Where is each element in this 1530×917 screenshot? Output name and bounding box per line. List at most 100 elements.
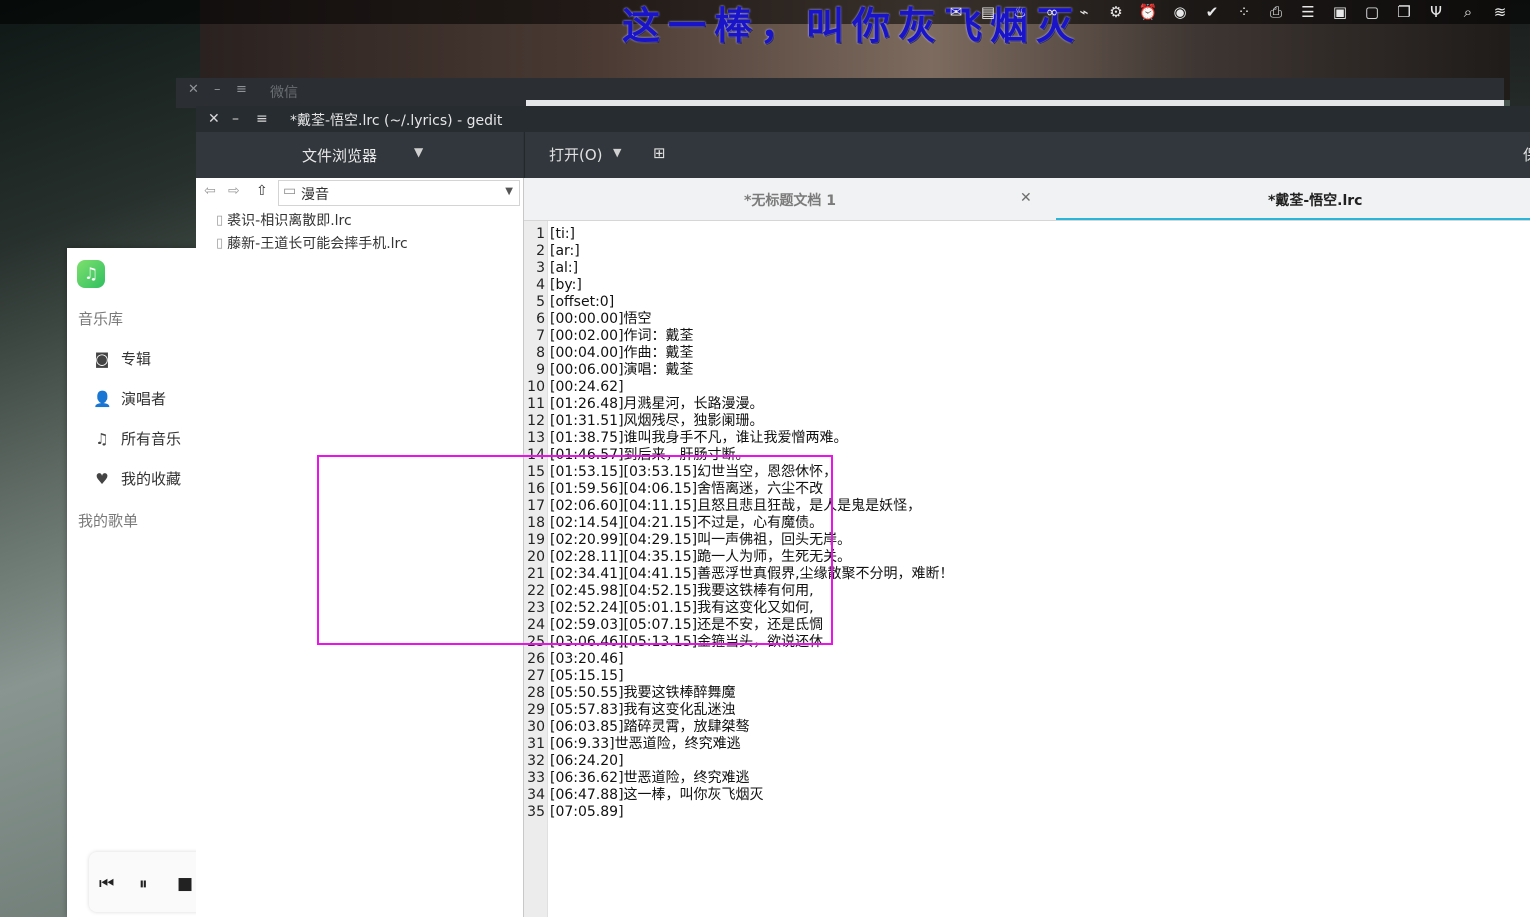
code-line[interactable]: [06:47.88]这一棒，叫你灰飞烟灭 (550, 787, 764, 804)
usb-icon[interactable]: ⌁ (1068, 0, 1100, 24)
music-library-label: 音乐库 (78, 310, 124, 328)
code-line[interactable]: [00:04.00]作曲：戴荃 (550, 345, 694, 362)
line-number: 32 (527, 753, 545, 769)
code-line[interactable]: [00:06.00]演唱：戴荃 (550, 362, 694, 379)
code-line[interactable]: [06:24.20] (550, 753, 624, 770)
code-line[interactable]: [00:24.62] (550, 379, 624, 396)
tab-untitled[interactable]: *无标题文档 1 ✕ (524, 178, 1052, 220)
code-line[interactable]: [03:20.46] (550, 651, 624, 668)
window-title: *戴荃-悟空.lrc (~/.lyrics) - gedit (290, 113, 503, 129)
code-line[interactable]: [06:9.33]世恶道险，终究难逃 (550, 736, 741, 753)
usb-plug-icon[interactable]: Ψ (1420, 0, 1452, 24)
close-icon[interactable]: ✕ (1020, 190, 1032, 206)
music-item-albums[interactable]: ◙ 专辑 (93, 348, 151, 369)
code-line[interactable]: [01:26.48]月溅星河，长路漫漫。 (550, 396, 764, 413)
eye-icon[interactable]: ◉ (1164, 0, 1196, 24)
side-panel-title[interactable]: 文件浏览器 (302, 145, 377, 166)
file-name: 裘识-相识离散即.lrc (227, 213, 352, 229)
up-arrow-icon[interactable]: ⇧ (256, 183, 268, 199)
clipboard-icon[interactable]: ▢ (1356, 0, 1388, 24)
music-item-artists[interactable]: 👤 演唱者 (93, 388, 166, 409)
code-line[interactable]: [ar:] (550, 243, 580, 260)
new-tab-icon[interactable]: ⊞ (653, 144, 666, 162)
back-arrow-icon[interactable]: ⇦ (204, 183, 216, 199)
save-button[interactable]: 保 (1523, 144, 1530, 165)
code-line[interactable]: [05:50.55]我要这铁棒醉舞魔 (550, 685, 736, 702)
code-line[interactable]: [06:36.62]世恶道险，终究难逃 (550, 770, 750, 787)
flame-icon[interactable]: ♨ (1004, 0, 1036, 24)
file-browser-navbar: ⇦ ⇨ ⇧ ▭ 漫音 ▼ (200, 180, 520, 206)
code-line[interactable]: [07:05.89] (550, 804, 624, 821)
code-line[interactable]: [01:31.51]风烟残尽，独影阑珊。 (550, 413, 764, 430)
terminal-icon[interactable]: ▣ (1324, 0, 1356, 24)
tab-bar: *无标题文档 1 ✕ *戴荃-悟空.lrc (524, 178, 1530, 221)
chevron-down-icon: ▼ (505, 186, 513, 197)
wechat-title: 微信 (270, 85, 298, 101)
alarm-icon[interactable]: ⏰ (1132, 0, 1164, 24)
line-number: 35 (527, 804, 545, 820)
chevron-down-icon[interactable]: ▼ (414, 145, 423, 159)
gear-icon[interactable]: ⚙ (1100, 0, 1132, 24)
music-item-favorites[interactable]: ♥ 我的收藏 (93, 468, 181, 489)
music-app-logo-icon: ♫ (77, 260, 105, 288)
code-line[interactable]: [00:02.00]作词：戴荃 (550, 328, 694, 345)
music-item-label: 专辑 (121, 350, 152, 368)
line-number: 11 (527, 396, 545, 412)
path-selector[interactable]: ▭ 漫音 ▼ (278, 180, 520, 206)
archive-icon[interactable]: ▤ (972, 0, 1004, 24)
printer-icon[interactable]: ⎙ (1260, 0, 1292, 24)
line-number: 8 (536, 345, 545, 361)
wechat-window: ✕ – ≡ 微信 (176, 78, 1504, 108)
menu-icon[interactable]: ≡ (256, 111, 268, 127)
code-line[interactable]: [00:00.00]悟空 (550, 311, 652, 328)
minimize-icon[interactable]: – (214, 82, 221, 97)
code-line[interactable]: [05:15.15] (550, 668, 624, 685)
code-line[interactable]: [offset:0] (550, 294, 614, 311)
minimize-icon[interactable]: – (232, 111, 239, 127)
person-icon: 👤 (93, 389, 112, 408)
tab-lrc-file[interactable]: *戴荃-悟空.lrc (1056, 178, 1530, 220)
check-icon[interactable]: ✔ (1196, 0, 1228, 24)
line-number: 34 (527, 787, 545, 803)
tab-label: *戴荃-悟空.lrc (1268, 193, 1363, 209)
gedit-titlebar: ✕ – ≡ *戴荃-悟空.lrc (~/.lyrics) - gedit (196, 106, 1530, 132)
wifi-icon[interactable]: ≋ (1484, 0, 1516, 24)
search-icon[interactable]: ⌕ (1452, 0, 1484, 24)
infinity-icon[interactable]: ∞ (1036, 0, 1068, 24)
window-icon[interactable]: ❐ (1388, 0, 1420, 24)
code-line[interactable]: [al:] (550, 260, 578, 277)
line-number: 26 (527, 651, 545, 667)
code-line[interactable]: [01:38.75]谁叫我身手不凡，谁让我爱憎两难。 (550, 430, 848, 447)
mail-icon[interactable]: ✉ (940, 0, 972, 24)
line-number: 2 (536, 243, 545, 259)
menu-icon[interactable]: ≡ (236, 82, 247, 97)
album-icon: ◙ (94, 349, 110, 368)
code-line[interactable]: [05:57.83]我有这变化乱迷浊 (550, 702, 736, 719)
music-playlist-label[interactable]: 我的歌单 (78, 510, 138, 531)
menu-icon[interactable]: ☰ (1292, 0, 1324, 24)
line-number: 1 (536, 226, 545, 242)
chevron-down-icon[interactable]: ▼ (613, 146, 621, 159)
code-line[interactable]: [by:] (550, 277, 582, 294)
side-panel-header: 文件浏览器 ▼ (196, 132, 523, 178)
forward-arrow-icon[interactable]: ⇨ (228, 183, 240, 199)
music-item-label: 所有音乐 (121, 430, 182, 448)
tab-label: *无标题文档 1 (744, 193, 836, 209)
open-button[interactable]: 打开(O) (549, 144, 603, 165)
system-tray: ✉ ▤ ♨ ∞ ⌁ ⚙ ⏰ ◉ ✔ ⁘ ⎙ ☰ ▣ ▢ ❐ Ψ ⌕ ≋ ᛒ (940, 0, 1530, 24)
file-item[interactable]: ▯ 裘识-相识离散即.lrc (216, 210, 352, 230)
close-icon[interactable]: ✕ (188, 82, 199, 97)
previous-icon[interactable]: ⏮ (99, 874, 114, 894)
music-item-all-music[interactable]: ♫ 所有音乐 (93, 428, 181, 449)
close-icon[interactable]: ✕ (208, 111, 220, 127)
line-number: 30 (527, 719, 545, 735)
code-line[interactable]: [06:03.85]踏碎灵霄，放肆桀骜 (550, 719, 750, 736)
code-line[interactable]: [ti:] (550, 226, 575, 243)
music-item-label: 演唱者 (121, 390, 167, 408)
pause-icon[interactable]: ⏸ (139, 874, 148, 894)
grid-icon[interactable]: ⁘ (1228, 0, 1260, 24)
line-number: 4 (536, 277, 545, 293)
bluetooth-icon[interactable]: ᛒ (1516, 0, 1530, 24)
stop-icon[interactable]: ■ (177, 874, 193, 894)
file-item[interactable]: ▯ 藤新-王道长可能会摔手机.lrc (216, 233, 408, 253)
